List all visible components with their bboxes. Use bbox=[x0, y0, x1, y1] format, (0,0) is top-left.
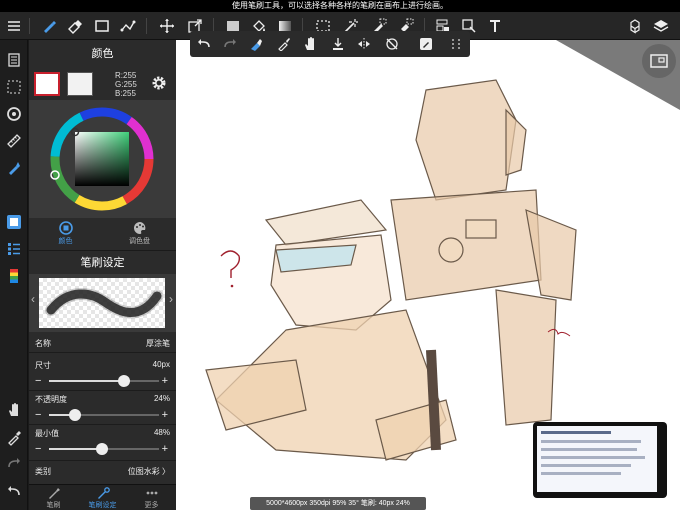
menu-icon[interactable] bbox=[3, 12, 25, 40]
brush-settings-icon bbox=[97, 487, 110, 499]
brush-list-icon[interactable] bbox=[4, 239, 24, 259]
brush-settings-title: 笔刷设定 bbox=[29, 250, 176, 274]
rotate-reset-icon[interactable] bbox=[382, 34, 402, 54]
next-brush-arrow[interactable]: › bbox=[169, 292, 173, 306]
color-panel-title: 颜色 bbox=[29, 40, 176, 68]
main-color-swatch[interactable] bbox=[34, 72, 60, 96]
color-row: R:255 G:255 B:255 bbox=[29, 68, 176, 98]
ruler-icon[interactable] bbox=[4, 131, 24, 151]
thumbnail-content bbox=[537, 426, 657, 492]
brush-preview-area: ‹ › bbox=[29, 274, 176, 332]
gear-icon[interactable] bbox=[150, 74, 168, 92]
palette-strip-icon[interactable] bbox=[4, 266, 24, 286]
brush-stroke-preview bbox=[39, 278, 165, 328]
tool-hint-bar: 使用笔刷工具，可以选择各种各样的笔刷在画布上进行绘画。 bbox=[0, 0, 680, 12]
min-slider[interactable]: − + bbox=[29, 442, 176, 456]
sub-toolbar bbox=[190, 31, 470, 57]
size-slider[interactable]: − + bbox=[29, 374, 176, 388]
pen-icon[interactable] bbox=[117, 12, 139, 40]
prev-brush-arrow[interactable]: ‹ bbox=[31, 292, 35, 306]
navigator-button[interactable] bbox=[642, 44, 676, 78]
materials-icon[interactable] bbox=[624, 12, 646, 40]
tab-brush[interactable]: 笔刷 bbox=[29, 485, 78, 510]
pen-tool-icon[interactable] bbox=[4, 158, 24, 178]
text-icon[interactable] bbox=[484, 12, 506, 40]
bottom-tabs: 笔刷 笔刷设定 更多 bbox=[29, 484, 176, 510]
tab-color[interactable]: 颜色 bbox=[29, 218, 102, 248]
color-wheel[interactable] bbox=[29, 100, 176, 218]
clear-icon[interactable] bbox=[246, 34, 266, 54]
grid-menu-icon[interactable] bbox=[446, 34, 466, 54]
color-tabs: 颜色 调色盘 bbox=[29, 218, 176, 248]
palette-icon bbox=[133, 222, 145, 234]
tab-brush-settings[interactable]: 笔刷设定 bbox=[78, 485, 127, 510]
snap-icon[interactable] bbox=[4, 104, 24, 124]
redo-icon[interactable] bbox=[220, 34, 240, 54]
layers-icon[interactable] bbox=[650, 12, 672, 40]
left-rail bbox=[0, 40, 28, 510]
redo-icon[interactable] bbox=[4, 454, 24, 474]
more-icon bbox=[146, 491, 157, 495]
hand-icon[interactable] bbox=[4, 400, 24, 420]
layers-list-icon[interactable] bbox=[4, 50, 24, 70]
tab-palette[interactable]: 调色盘 bbox=[103, 218, 176, 248]
brush-icon[interactable] bbox=[38, 12, 60, 40]
brush-icon bbox=[48, 488, 60, 499]
navigator-icon bbox=[650, 54, 668, 68]
app-window: 使用笔刷工具，可以选择各种各样的笔刷在画布上进行绘画。 颜色 R:255 G:2… bbox=[0, 0, 680, 510]
canvas-status-bar: 5000*4600px 350dpi 95% 35° 笔刷: 40px 24% bbox=[250, 497, 426, 510]
floating-video-thumbnail[interactable] bbox=[533, 422, 667, 498]
flip-icon[interactable] bbox=[354, 34, 374, 54]
color-swatch-icon[interactable] bbox=[4, 212, 24, 232]
color-wheel-area bbox=[29, 100, 176, 218]
hand-icon[interactable] bbox=[300, 34, 320, 54]
eyedropper-icon[interactable] bbox=[274, 34, 294, 54]
tab-more[interactable]: 更多 bbox=[127, 485, 176, 510]
side-panel: 颜色 R:255 G:255 B:255 颜色 调色盘 笔刷设定 ‹ › 名称 … bbox=[29, 40, 176, 510]
selection-icon[interactable] bbox=[4, 77, 24, 97]
import-icon[interactable] bbox=[328, 34, 348, 54]
rgb-readout: R:255 G:255 B:255 bbox=[115, 71, 137, 98]
eyedropper-icon[interactable] bbox=[4, 428, 24, 448]
move-icon[interactable] bbox=[156, 12, 178, 40]
undo-icon[interactable] bbox=[194, 34, 214, 54]
undo-icon[interactable] bbox=[4, 482, 24, 502]
color-circle-icon bbox=[58, 221, 73, 235]
eraser-icon[interactable] bbox=[64, 12, 86, 40]
edit-icon[interactable] bbox=[416, 34, 436, 54]
sub-color-swatch[interactable] bbox=[67, 72, 93, 96]
opacity-slider[interactable]: − + bbox=[29, 408, 176, 422]
rectangle-icon[interactable] bbox=[91, 12, 113, 40]
